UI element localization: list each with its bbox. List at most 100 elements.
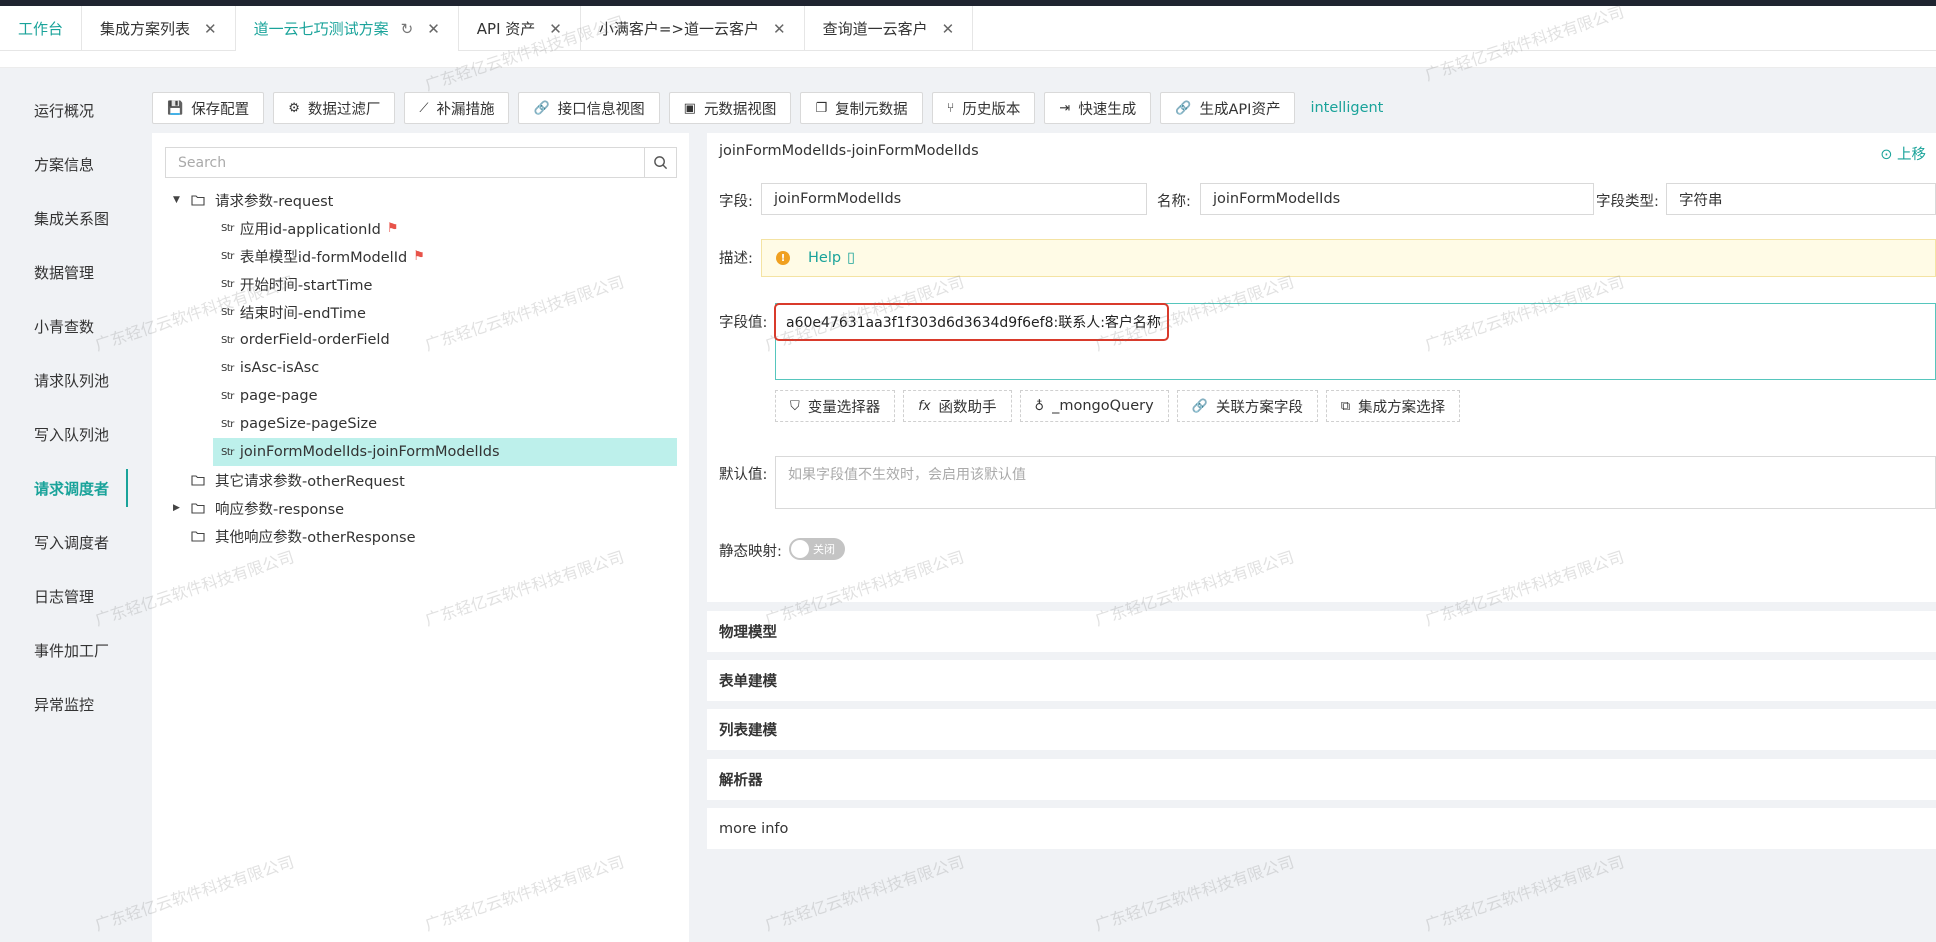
caret-down-icon[interactable]: ▼ xyxy=(173,195,185,205)
generate-api-asset-button[interactable]: 🔗 生成API资产 xyxy=(1160,92,1296,124)
close-icon[interactable]: ✕ xyxy=(549,20,562,38)
quick-generate-button[interactable]: ⇥ 快速生成 xyxy=(1044,92,1152,124)
tab-xiaoman-to-daoyiyun[interactable]: 小满客户=>道一云客户 ✕ xyxy=(581,6,805,51)
help-link[interactable]: Help xyxy=(808,250,841,266)
close-icon[interactable]: ✕ xyxy=(773,20,786,38)
tab-query-daoyiyun[interactable]: 查询道一云客户 ✕ xyxy=(805,6,974,51)
tree-node-end-time[interactable]: Str 结束时间-endTime xyxy=(165,298,677,326)
fx-icon: fx xyxy=(918,398,931,414)
section-list-modeling[interactable]: 列表建模 xyxy=(707,709,1936,750)
name-label: 名称: xyxy=(1157,194,1191,210)
history-version-button[interactable]: ⑂ 历史版本 xyxy=(931,92,1036,124)
tree-node-page-size[interactable]: Str pageSize-pageSize xyxy=(165,410,677,438)
tab-solution-list[interactable]: 集成方案列表 ✕ xyxy=(82,6,236,51)
related-plan-field-button[interactable]: 🔗 关联方案字段 xyxy=(1176,390,1318,422)
close-icon[interactable]: ✕ xyxy=(427,20,440,38)
value-highlight: a60e47631aa3f1f303d6d3634d9f6ef8:联系人:客户名… xyxy=(774,303,1169,341)
link-icon: 🔗 xyxy=(1175,100,1192,116)
tree-node-other-request[interactable]: 其它请求参数-otherRequest xyxy=(165,466,677,494)
tree-node-page[interactable]: Str page-page xyxy=(165,382,677,410)
export-icon: ⇥ xyxy=(1059,100,1071,116)
copy-metadata-button[interactable]: ❐ 复制元数据 xyxy=(800,92,923,124)
variable-selector-button[interactable]: ⛉ 变量选择器 xyxy=(775,390,896,422)
warning-icon: ! xyxy=(776,251,790,265)
section-more-info[interactable]: more info xyxy=(707,808,1936,849)
cluster-icon: ⧉ xyxy=(1340,398,1351,414)
tree-node-start-time[interactable]: Str 开始时间-startTime xyxy=(165,270,677,298)
tab-daoyiyun-test[interactable]: 道一云七巧测试方案 ↻ ✕ xyxy=(235,6,459,51)
tree-node-form-model-id[interactable]: Str 表单模型id-formModelId ⚑ xyxy=(165,242,677,270)
tab-api-assets[interactable]: API 资产 ✕ xyxy=(459,6,581,51)
tree-node-is-asc[interactable]: Str isAsc-isAsc xyxy=(165,354,677,382)
folder-icon xyxy=(191,195,205,206)
flag-icon: ⚑ xyxy=(413,248,425,264)
field-tree-panel: ▼请求参数-request Str应用id-applicationId⚑ Str… xyxy=(152,133,689,942)
close-icon[interactable]: ✕ xyxy=(942,20,955,38)
sidebar-item-event-factory[interactable]: 事件加工厂 xyxy=(0,623,130,677)
sidebar-item-log-management[interactable]: 日志管理 xyxy=(0,569,130,623)
static-mapping-label: 静态映射: xyxy=(719,544,782,560)
section-physical-model[interactable]: 物理模型 xyxy=(707,611,1936,652)
default-value-label: 默认值: xyxy=(719,467,768,483)
refresh-icon[interactable]: ↻ xyxy=(401,20,414,38)
close-icon[interactable]: ✕ xyxy=(204,20,217,38)
tab-workbench[interactable]: 工作台 xyxy=(0,6,83,51)
tree-node-request[interactable]: ▼ 请求参数-request xyxy=(165,186,677,214)
description-help-box: ! Help ▯ xyxy=(761,239,1936,277)
tab-underline xyxy=(0,51,1936,68)
field-detail-panel: joinFormModelIds-joinFormModelIds ⊙ 上移 字… xyxy=(707,133,1936,602)
caret-right-icon[interactable]: ▶ xyxy=(173,503,185,513)
string-type-icon: Str xyxy=(221,278,234,290)
default-value-input[interactable]: 如果字段值不生效时，会启用该默认值 xyxy=(775,456,1936,509)
name-input[interactable]: joinFormModelIds xyxy=(1200,183,1594,215)
sidebar-item-xiaoqing-query[interactable]: 小青查数 xyxy=(0,299,130,353)
sidebar-item-write-scheduler[interactable]: 写入调度者 xyxy=(0,515,130,569)
data-filter-button[interactable]: ⚙ 数据过滤厂 xyxy=(273,92,396,124)
string-type-icon: Str xyxy=(221,250,234,262)
tree-node-application-id[interactable]: Str 应用id-applicationId ⚑ xyxy=(165,214,677,242)
sidebar-item-data-management[interactable]: 数据管理 xyxy=(0,245,130,299)
metadata-view-button[interactable]: ▣ 元数据视图 xyxy=(668,92,792,124)
section-form-modeling[interactable]: 表单建模 xyxy=(707,660,1936,701)
arrow-up-circle-icon: ⊙ xyxy=(1880,147,1893,163)
tree-node-other-response[interactable]: 其他响应参数-otherResponse xyxy=(165,522,677,550)
search-button[interactable] xyxy=(644,148,676,177)
save-icon: 💾 xyxy=(167,100,184,116)
branch-icon: ⑂ xyxy=(946,100,955,116)
search-icon xyxy=(654,156,668,170)
section-parser[interactable]: 解析器 xyxy=(707,759,1936,800)
static-mapping-toggle[interactable]: 关闭 xyxy=(789,538,845,560)
sidebar-item-overview[interactable]: 运行概况 xyxy=(0,83,130,137)
string-type-icon: Str xyxy=(221,222,234,234)
bulb-icon: ♁ xyxy=(1034,398,1045,414)
string-type-icon: Str xyxy=(221,306,234,318)
search-input[interactable] xyxy=(166,148,644,177)
save-config-button[interactable]: 💾 保存配置 xyxy=(152,92,265,124)
tree-node-join-form-model-ids[interactable]: Str joinFormModelIds-joinFormModelIds xyxy=(213,438,677,466)
sidebar-item-request-scheduler[interactable]: 请求调度者 xyxy=(0,461,130,515)
string-type-icon: Str xyxy=(221,390,234,402)
copy-icon: ❐ xyxy=(815,100,828,116)
field-input[interactable]: joinFormModelIds xyxy=(761,183,1147,215)
sidebar-item-write-queue[interactable]: 写入队列池 xyxy=(0,407,130,461)
watermark: 广东轻亿云软件科技有限公司 xyxy=(1422,852,1627,935)
tree-node-order-field[interactable]: Str orderField-orderField xyxy=(165,326,677,354)
string-type-icon: Str xyxy=(221,362,234,374)
document-icon: ▯ xyxy=(847,250,856,266)
mongo-query-button[interactable]: ♁ _mongoQuery xyxy=(1019,390,1169,422)
field-type-select[interactable]: 字符串 xyxy=(1666,183,1936,215)
interface-view-button[interactable]: 🔗 接口信息视图 xyxy=(518,92,660,124)
intelligent-link[interactable]: intelligent xyxy=(1310,100,1383,116)
function-helper-button[interactable]: fx 函数助手 xyxy=(903,390,1012,422)
move-up-button[interactable]: ⊙ 上移 xyxy=(1880,143,1926,164)
sidebar-item-request-queue[interactable]: 请求队列池 xyxy=(0,353,130,407)
sidebar-item-relation-graph[interactable]: 集成关系图 xyxy=(0,191,130,245)
watermark: 广东轻亿云软件科技有限公司 xyxy=(1092,852,1297,935)
sidebar-item-exception-monitor[interactable]: 异常监控 xyxy=(0,677,130,731)
tree-node-response[interactable]: ▶ 响应参数-response xyxy=(165,494,677,522)
patch-measures-button[interactable]: ⟋ 补漏措施 xyxy=(404,92,510,124)
field-tree: ▼ 请求参数-request Str 应用id-applicationId ⚑ Str… xyxy=(165,186,677,550)
sidebar-item-plan-info[interactable]: 方案信息 xyxy=(0,137,130,191)
integration-plan-select-button[interactable]: ⧉ 集成方案选择 xyxy=(1325,390,1461,422)
description-label: 描述: xyxy=(719,251,753,267)
